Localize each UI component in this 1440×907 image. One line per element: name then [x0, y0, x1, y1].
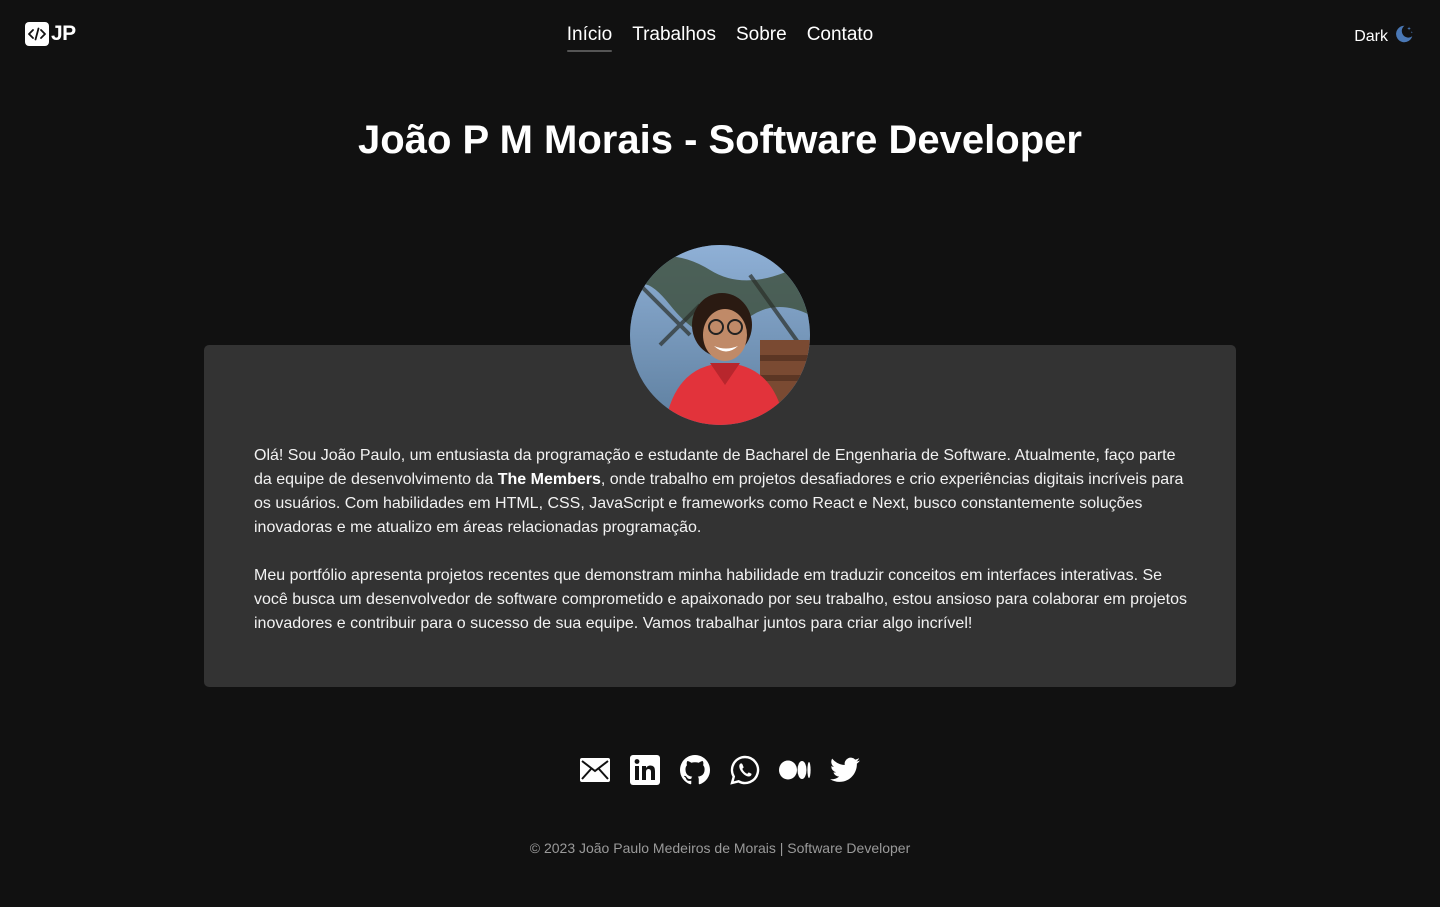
company-name: The Members — [497, 471, 601, 488]
whatsapp-link[interactable] — [730, 755, 760, 790]
page: JP Início Trabalhos Sobre Contato Dark J… — [0, 0, 1440, 907]
about-text: Olá! Sou João Paulo, um entusiasta da pr… — [254, 444, 1189, 660]
avatar — [630, 245, 810, 425]
email-link[interactable] — [580, 757, 610, 787]
social-links — [0, 754, 1440, 790]
twitter-icon — [830, 757, 860, 788]
email-icon — [580, 757, 610, 787]
medium-link[interactable] — [779, 757, 811, 787]
site-header: JP Início Trabalhos Sobre Contato Dark — [0, 0, 1440, 70]
about-paragraph-1: Olá! Sou João Paulo, um entusiasta da pr… — [254, 444, 1189, 540]
github-link[interactable] — [680, 754, 710, 790]
medium-icon — [779, 760, 811, 785]
whatsapp-icon — [730, 755, 760, 790]
twitter-link[interactable] — [830, 757, 860, 787]
about-paragraph-2: Meu portfólio apresenta projetos recente… — [254, 567, 1187, 632]
nav-item-contato[interactable]: Contato — [807, 22, 874, 50]
linkedin-link[interactable] — [630, 754, 660, 790]
footer-copyright: © 2023 João Paulo Medeiros de Morais | S… — [529, 840, 911, 856]
theme-toggle-button[interactable]: Dark — [1354, 23, 1415, 50]
main-nav: Início Trabalhos Sobre Contato — [0, 22, 1440, 52]
nav-item-inicio[interactable]: Início — [566, 22, 613, 52]
github-icon — [680, 754, 710, 790]
linkedin-icon — [630, 754, 660, 790]
nav-item-sobre[interactable]: Sobre — [736, 22, 787, 50]
page-title: João P M Morais - Software Developer — [358, 118, 1082, 162]
moon-icon — [1393, 23, 1415, 50]
theme-label: Dark — [1354, 27, 1388, 45]
nav-item-trabalhos[interactable]: Trabalhos — [632, 22, 716, 50]
